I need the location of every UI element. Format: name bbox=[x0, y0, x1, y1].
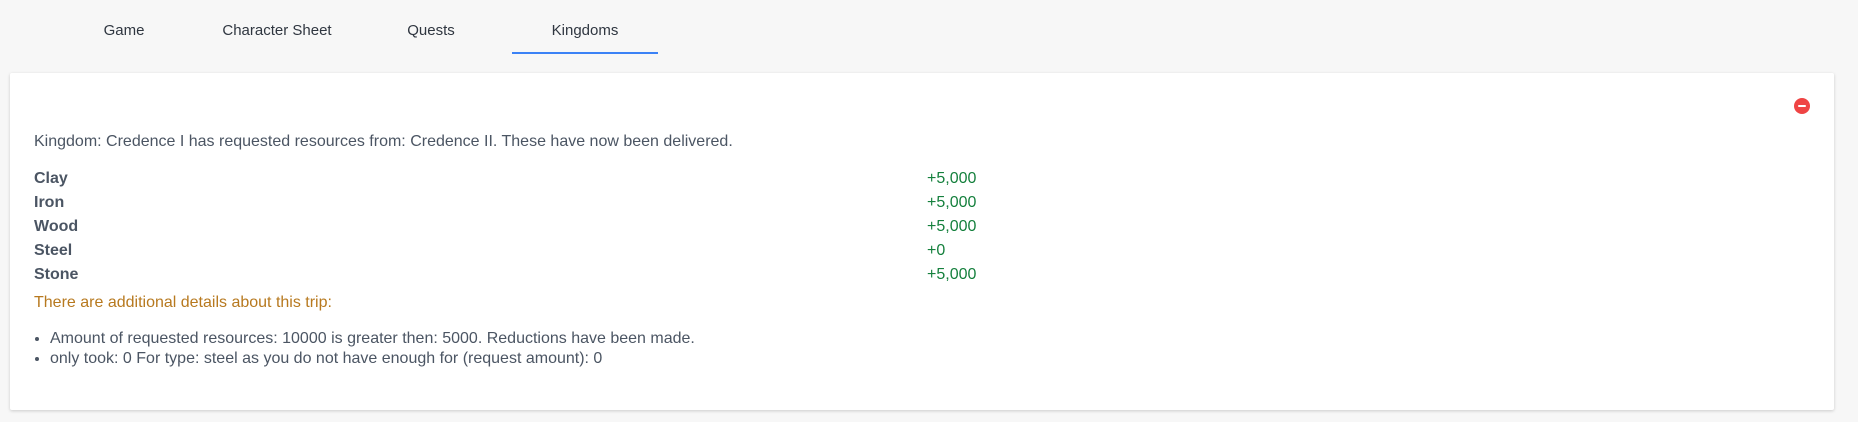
resource-row: Wood +5,000 bbox=[34, 215, 1014, 239]
tab-game[interactable]: Game bbox=[100, 0, 148, 52]
resource-value-wood: +5,000 bbox=[927, 218, 977, 235]
resource-row: Iron +5,000 bbox=[34, 191, 1014, 215]
resource-name-iron: Iron bbox=[34, 194, 65, 211]
tab-kingdoms[interactable]: Kingdoms bbox=[512, 0, 658, 54]
resource-row: Clay +5,000 bbox=[34, 167, 1014, 191]
delivery-message: Kingdom: Credence I has requested resour… bbox=[34, 133, 733, 150]
details-item: only took: 0 For type: steel as you do n… bbox=[50, 349, 695, 369]
resource-row: Steel +0 bbox=[34, 239, 1014, 263]
tab-quests[interactable]: Quests bbox=[404, 0, 458, 52]
resource-name-wood: Wood bbox=[34, 218, 79, 235]
resource-value-iron: +5,000 bbox=[927, 194, 977, 211]
details-list: Amount of requested resources: 10000 is … bbox=[34, 329, 695, 369]
resource-value-steel: +0 bbox=[927, 242, 946, 259]
resource-value-stone: +5,000 bbox=[927, 266, 977, 283]
resource-name-clay: Clay bbox=[34, 170, 68, 187]
resource-name-stone: Stone bbox=[34, 266, 79, 283]
resource-value-clay: +5,000 bbox=[927, 170, 977, 187]
kingdom-message-panel: Kingdom: Credence I has requested resour… bbox=[10, 73, 1834, 410]
tab-character-sheet[interactable]: Character Sheet bbox=[222, 0, 332, 52]
resource-list: Clay +5,000 Iron +5,000 Wood +5,000 Stee… bbox=[34, 167, 1014, 287]
resource-row: Stone +5,000 bbox=[34, 263, 1014, 287]
minus-bar bbox=[1798, 105, 1806, 107]
resource-name-steel: Steel bbox=[34, 242, 73, 259]
details-item: Amount of requested resources: 10000 is … bbox=[50, 329, 695, 349]
details-title: There are additional details about this … bbox=[34, 294, 332, 311]
minus-circle-icon[interactable] bbox=[1794, 98, 1810, 114]
tab-bar: Game Character Sheet Quests Kingdoms bbox=[0, 0, 1858, 54]
